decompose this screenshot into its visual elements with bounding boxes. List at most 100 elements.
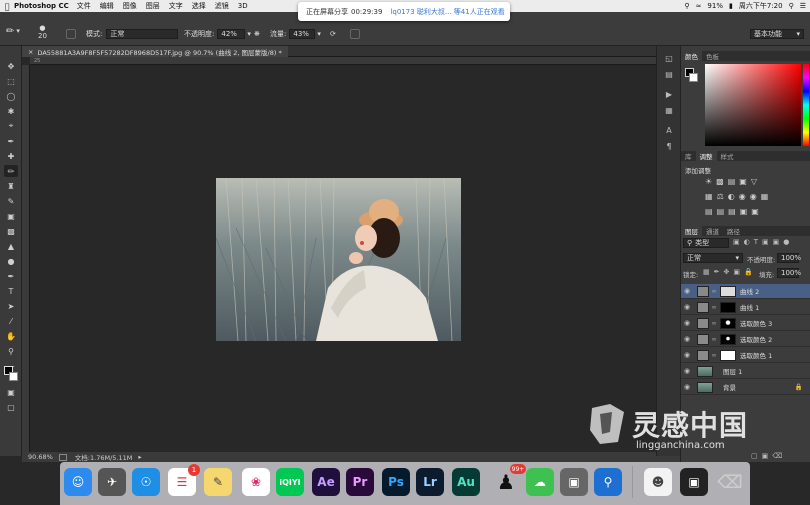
paragraph-panel-icon[interactable]: ¶ xyxy=(663,140,675,152)
history-panel-icon[interactable]: ◱ xyxy=(663,52,675,64)
color-lookup-icon[interactable]: ▦ xyxy=(761,192,769,201)
layer-row[interactable]: ◉ ∞ 选取颜色 3 xyxy=(681,316,810,331)
launchpad-icon[interactable]: ✈ xyxy=(98,468,126,496)
layer-mask-thumb[interactable] xyxy=(720,301,736,313)
visibility-eye-icon[interactable]: ◉ xyxy=(681,335,693,343)
quicktime-icon[interactable]: ⚲ xyxy=(594,468,622,496)
mode-select[interactable]: 正常 xyxy=(106,29,179,39)
layer-fill-input[interactable]: 100% xyxy=(777,268,801,278)
photo-document-icon[interactable]: ☻ xyxy=(644,468,672,496)
filter-adjust-icon[interactable]: ◐ xyxy=(744,238,750,246)
brush-settings-panel-icon[interactable]: ▦ xyxy=(663,104,675,116)
layer-mask-thumb[interactable] xyxy=(720,333,736,345)
quick-select-tool-icon[interactable]: ✱ xyxy=(4,105,18,117)
visibility-eye-icon[interactable]: ◉ xyxy=(681,319,693,327)
visibility-eye-icon[interactable]: ◉ xyxy=(681,351,693,359)
layer-opacity-input[interactable]: 100% xyxy=(777,253,801,263)
bg-color-swatch[interactable] xyxy=(689,73,698,82)
airbrush-button[interactable]: ⟳ xyxy=(330,29,336,39)
menu-3d[interactable]: 3D xyxy=(238,2,248,10)
brush-tool-icon[interactable]: ✏ xyxy=(4,165,18,177)
pen-tool-icon[interactable]: ✒ xyxy=(4,270,18,282)
filter-shape-icon[interactable]: ▣ xyxy=(762,238,769,246)
menu-image[interactable]: 图像 xyxy=(123,1,137,11)
brush-size-picker[interactable]: ● 20 xyxy=(38,24,47,44)
brightness-icon[interactable]: ☀ xyxy=(705,177,712,186)
layer-row[interactable]: ◉ ∞ 选取颜色 2 xyxy=(681,332,810,347)
vibrance-icon[interactable]: ▽ xyxy=(751,177,757,186)
visibility-eye-icon[interactable]: ◉ xyxy=(681,367,693,375)
tab-swatches[interactable]: 色板 xyxy=(702,51,723,61)
opacity-dropdown-icon[interactable]: ▾ xyxy=(247,30,251,38)
clone-stamp-tool-icon[interactable]: ♜ xyxy=(4,180,18,192)
lightroom-icon[interactable]: Lr xyxy=(416,468,444,496)
filter-smart-icon[interactable]: ▣ xyxy=(773,238,780,246)
screen-mode-icon[interactable]: ▢ xyxy=(4,401,18,413)
flow-input[interactable]: 43% xyxy=(289,29,316,39)
tab-paths[interactable]: 路径 xyxy=(723,226,744,236)
visibility-eye-icon[interactable]: ◉ xyxy=(681,303,693,311)
status-menu-icon[interactable]: ▸ xyxy=(138,453,141,461)
posterize-icon[interactable]: ▤ xyxy=(717,207,725,216)
eraser-tool-icon[interactable]: ▣ xyxy=(4,210,18,222)
curves-icon[interactable]: ▤ xyxy=(728,177,736,186)
lock-position-icon[interactable]: ✥ xyxy=(724,268,730,276)
healing-brush-tool-icon[interactable]: ✚ xyxy=(4,150,18,162)
spotlight-icon[interactable]: ⚲ xyxy=(789,2,794,10)
battery-percent[interactable]: 91% xyxy=(707,2,723,10)
hue-sat-icon[interactable]: ▦ xyxy=(705,192,713,201)
app-name-menu[interactable]: Photoshop CC xyxy=(14,2,69,10)
blur-tool-icon[interactable]: ▲ xyxy=(4,240,18,252)
quick-mask-icon[interactable]: ▣ xyxy=(4,386,18,398)
menu-layer[interactable]: 图层 xyxy=(146,1,160,11)
color-balance-icon[interactable]: ⚖ xyxy=(717,192,724,201)
photos-icon[interactable]: ❀ xyxy=(242,468,270,496)
bw-icon[interactable]: ◐ xyxy=(728,192,735,201)
layer-row[interactable]: ◉ 背景 🔒 xyxy=(681,380,810,395)
menu-list-icon[interactable]: ☰ xyxy=(800,2,806,10)
visibility-eye-icon[interactable]: ◉ xyxy=(681,287,693,295)
line-tool-icon[interactable]: ⁄ xyxy=(4,315,18,327)
brush-panel-toggle[interactable] xyxy=(66,29,76,39)
exposure-icon[interactable]: ▣ xyxy=(739,177,747,186)
status-info-icon[interactable] xyxy=(58,453,67,461)
character-panel-icon[interactable]: A xyxy=(663,124,675,136)
menu-select[interactable]: 选择 xyxy=(192,1,206,11)
history-brush-tool-icon[interactable]: ✎ xyxy=(4,195,18,207)
hand-tool-icon[interactable]: ✋ xyxy=(4,330,18,342)
filter-pixel-icon[interactable]: ▣ xyxy=(733,238,740,246)
properties-panel-icon[interactable]: ▤ xyxy=(663,68,675,80)
layer-row[interactable]: ◉ ∞ 曲线 2 xyxy=(681,284,810,299)
premiere-icon[interactable]: Pr xyxy=(346,468,374,496)
camera-icon[interactable]: ▣ xyxy=(560,468,588,496)
lock-paint-icon[interactable]: ✒ xyxy=(714,268,720,276)
move-tool-icon[interactable]: ✥ xyxy=(4,60,18,72)
screen-capture-icon[interactable]: ▣ xyxy=(680,468,708,496)
flow-dropdown-icon[interactable]: ▾ xyxy=(317,30,321,38)
tab-styles[interactable]: 样式 xyxy=(717,151,738,161)
wifi-icon[interactable]: ≈ xyxy=(696,2,702,10)
invert-icon[interactable]: ▤ xyxy=(705,207,713,216)
selective-color-icon[interactable]: ▣ xyxy=(751,207,759,216)
clock[interactable]: 周六下午7:20 xyxy=(739,1,783,11)
notes-icon[interactable]: ✎ xyxy=(204,468,232,496)
tab-layers[interactable]: 图层 xyxy=(681,226,702,236)
filter-type-icon[interactable]: T xyxy=(754,238,758,246)
tab-channels[interactable]: 通道 xyxy=(702,226,723,236)
layer-mask-thumb[interactable] xyxy=(720,349,736,361)
photoshop-icon[interactable]: Ps xyxy=(382,468,410,496)
lock-pixels-icon[interactable]: ▦ xyxy=(703,268,710,276)
photo-filter-icon[interactable]: ◉ xyxy=(739,192,746,201)
brush-tool-preset[interactable]: ✏ ▾ xyxy=(6,26,20,37)
eyedropper-tool-icon[interactable]: ✒ xyxy=(4,135,18,147)
menu-edit[interactable]: 编辑 xyxy=(100,1,114,11)
dodge-tool-icon[interactable]: ● xyxy=(4,255,18,267)
gradient-tool-icon[interactable]: ▩ xyxy=(4,225,18,237)
visibility-eye-icon[interactable]: ◉ xyxy=(681,383,693,391)
layer-row[interactable]: ◉ 图层 1 xyxy=(681,364,810,379)
menu-filter[interactable]: 滤镜 xyxy=(215,1,229,11)
finder-icon[interactable]: ☺ xyxy=(64,468,92,496)
type-tool-icon[interactable]: T xyxy=(4,285,18,297)
layer-mask-thumb[interactable] xyxy=(720,317,736,329)
hue-slider[interactable] xyxy=(803,64,809,146)
